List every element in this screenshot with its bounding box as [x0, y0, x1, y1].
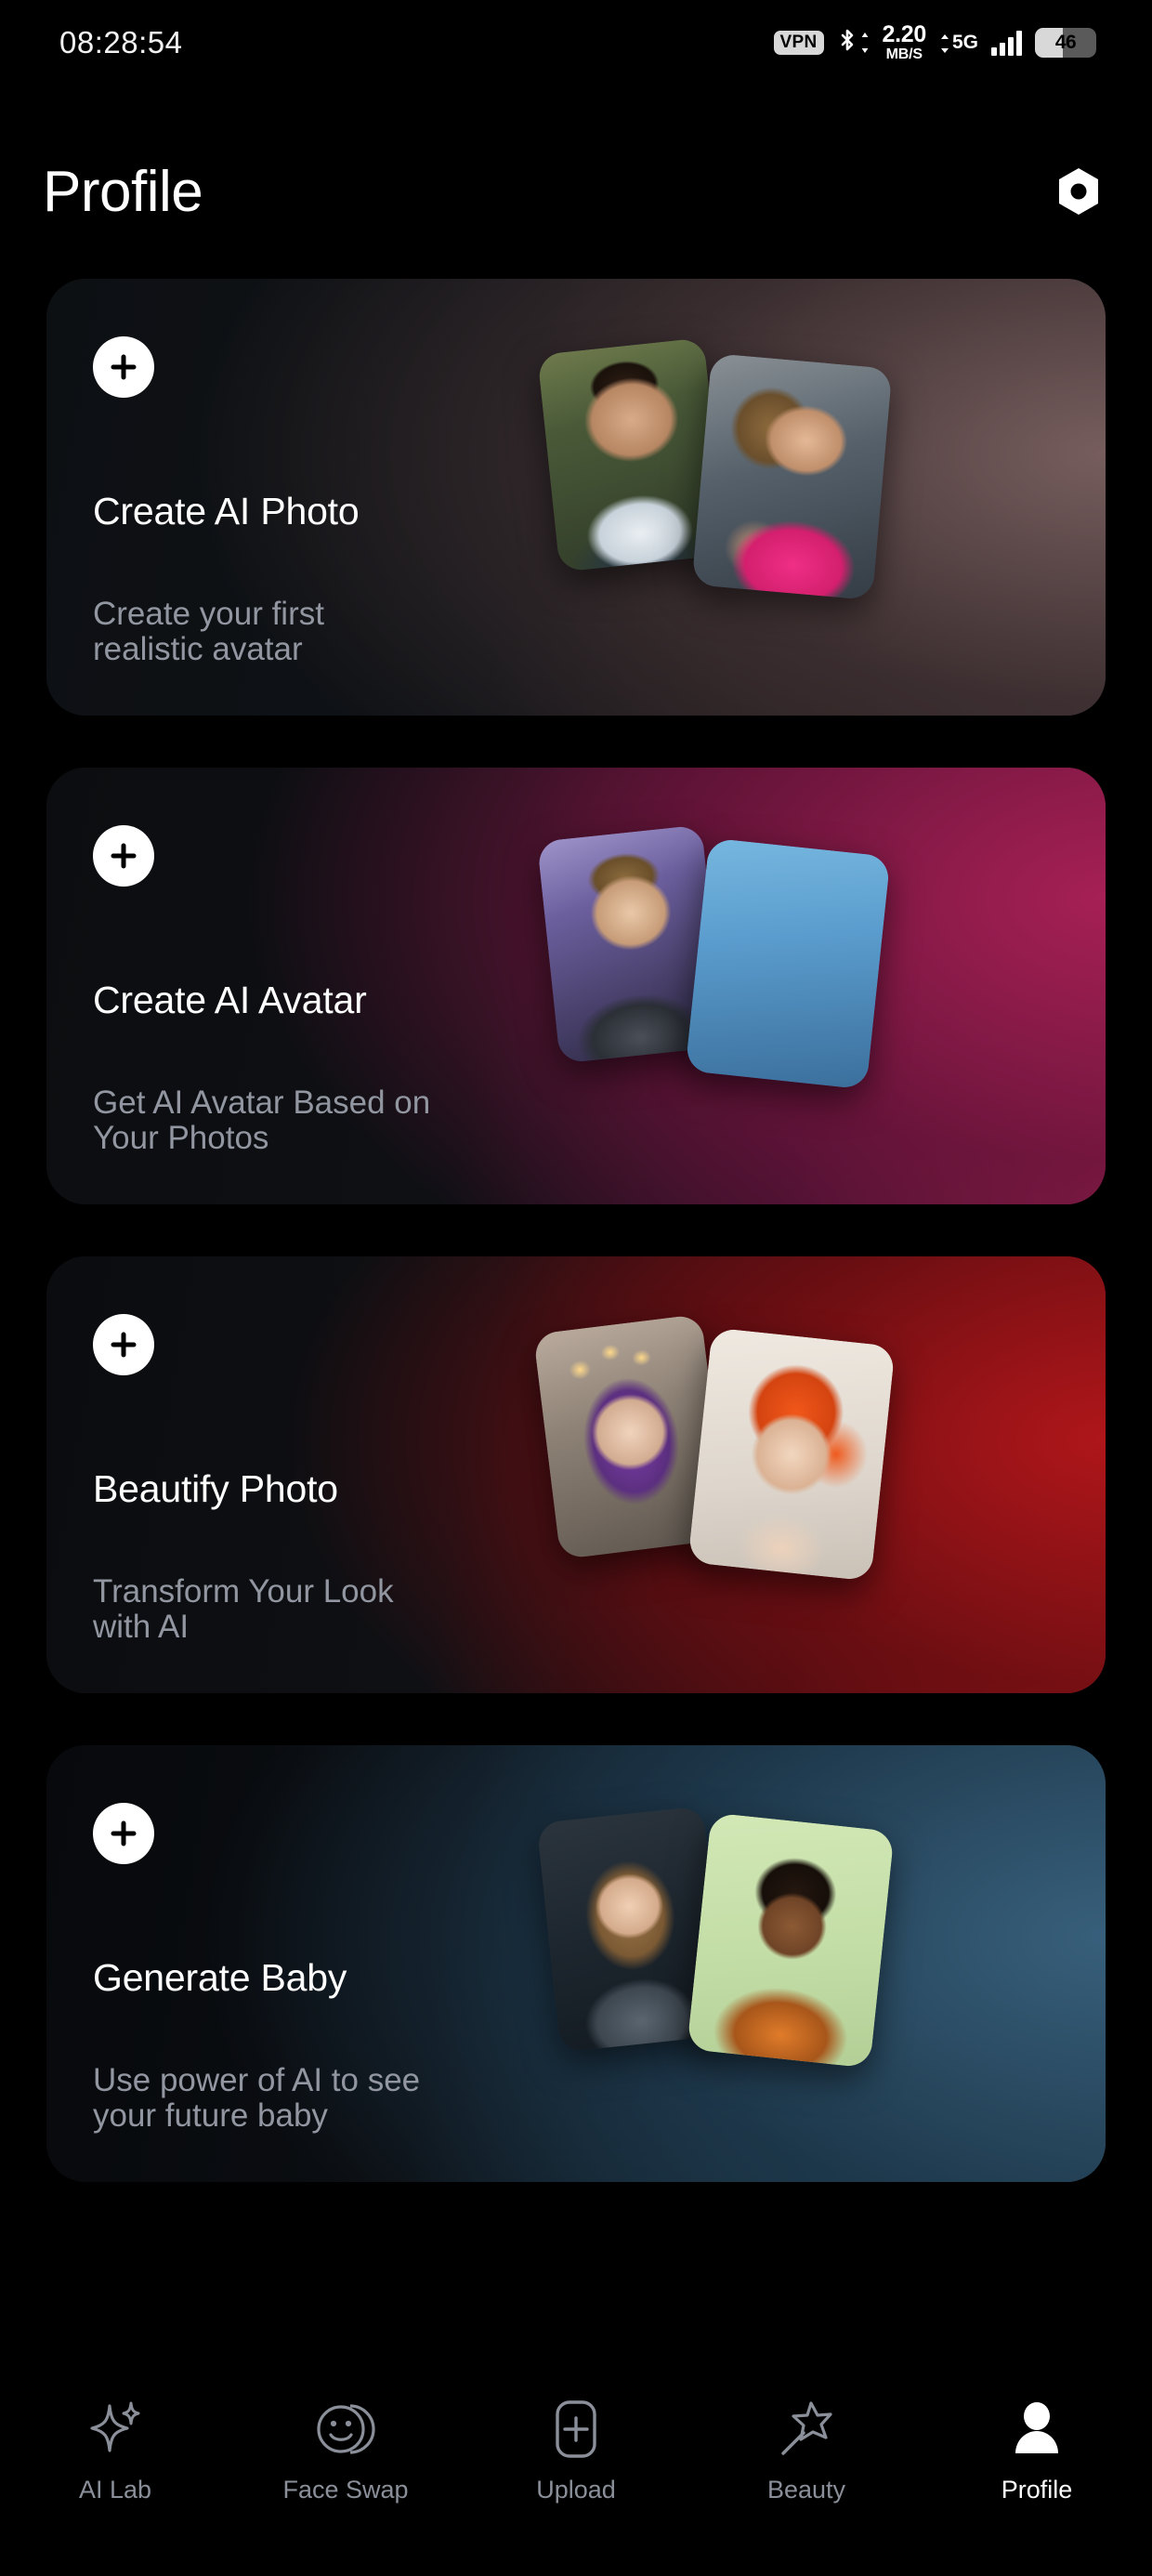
network-type-indicator: 5G [939, 33, 978, 54]
feature-card-generate-baby[interactable]: Generate Baby Use power of AI to see you… [46, 1745, 1106, 2182]
card-body: Create AI Avatar Get AI Avatar Based on … [46, 768, 622, 1204]
network-speed-indicator: 2.20 MB/S [882, 21, 927, 62]
nav-label: Face Swap [282, 2476, 409, 2504]
sparkle-icon [87, 2398, 143, 2461]
card-body: Generate Baby Use power of AI to see you… [46, 1745, 622, 2182]
card-subtitle-line-2: realistic avatar [93, 631, 303, 668]
feature-card-list: Create AI Photo Create your first realis… [0, 279, 1152, 2234]
plus-icon[interactable] [93, 336, 154, 398]
bluetooth-icon [837, 28, 870, 58]
card-subtitle-line-1: Get AI Avatar Based on [93, 1084, 431, 1122]
hexagon-settings-icon[interactable] [1050, 163, 1107, 220]
status-bar: 08:28:54 VPN 2.20 MB/S 5G 46 [0, 0, 1152, 85]
card-body: Beautify Photo Transform Your Look with … [46, 1256, 622, 1693]
card-subtitle-line-1: Create your first [93, 596, 324, 633]
network-type-label: 5G [951, 31, 978, 53]
battery-indicator: 46 [1035, 28, 1096, 58]
card-subtitle-line-2: Your Photos [93, 1120, 269, 1157]
network-speed-value: 2.20 [882, 21, 927, 47]
feature-card-create-ai-avatar[interactable]: Create AI Avatar Get AI Avatar Based on … [46, 768, 1106, 1204]
nav-item-upload[interactable]: Upload [461, 2398, 691, 2504]
page-header: Profile [0, 141, 1152, 242]
bottom-navigation-bar: AI Lab Face Swap Upload Beauty Profile [0, 2362, 1152, 2576]
feature-card-create-ai-photo[interactable]: Create AI Photo Create your first realis… [46, 279, 1106, 716]
status-bar-indicators: VPN 2.20 MB/S 5G 46 [773, 21, 1096, 62]
card-title: Beautify Photo [93, 1467, 338, 1510]
nav-label: Profile [1001, 2476, 1073, 2504]
thumbnail-right [685, 837, 891, 1090]
card-subtitle: Transform Your Look with AI [93, 1574, 595, 1645]
nav-label: Beauty [766, 2476, 846, 2504]
nav-item-ai-lab[interactable]: AI Lab [0, 2398, 230, 2504]
nav-label: Upload [536, 2476, 616, 2504]
network-speed-unit: MB/S [885, 46, 923, 62]
plus-icon[interactable] [93, 1803, 154, 1864]
card-subtitle: Get AI Avatar Based on Your Photos [93, 1085, 595, 1156]
card-subtitle: Use power of AI to see your future baby [93, 2063, 595, 2134]
person-icon [1010, 2398, 1064, 2461]
face-swap-icon [315, 2398, 376, 2461]
page-title: Profile [43, 159, 203, 224]
card-title: Generate Baby [93, 1956, 347, 1999]
vpn-badge: VPN [773, 31, 824, 55]
card-title: Create AI Photo [93, 490, 360, 532]
card-body: Create AI Photo Create your first realis… [46, 279, 622, 716]
card-subtitle-line-2: your future baby [93, 2097, 328, 2135]
card-subtitle: Create your first realistic avatar [93, 597, 595, 667]
nav-item-profile[interactable]: Profile [922, 2398, 1152, 2504]
status-bar-clock: 08:28:54 [59, 25, 183, 59]
nav-item-face-swap[interactable]: Face Swap [230, 2398, 461, 2504]
thumbnail-right [691, 352, 893, 601]
battery-level-label: 46 [1054, 32, 1077, 53]
magic-wand-icon [778, 2398, 835, 2461]
card-title: Create AI Avatar [93, 979, 367, 1021]
nav-label: AI Lab [78, 2476, 152, 2504]
signal-bars-icon [991, 30, 1022, 56]
card-subtitle-line-1: Use power of AI to see [93, 2062, 421, 2099]
plus-icon[interactable] [93, 825, 154, 887]
card-subtitle-line-1: Transform Your Look [93, 1573, 394, 1610]
card-subtitle-line-2: with AI [93, 1609, 190, 1646]
thumbnail-right [687, 1327, 896, 1582]
thumbnail-right [687, 1812, 895, 2069]
plus-icon[interactable] [93, 1314, 154, 1375]
upload-plus-icon [549, 2398, 603, 2461]
feature-card-beautify-photo[interactable]: Beautify Photo Transform Your Look with … [46, 1256, 1106, 1693]
nav-item-beauty[interactable]: Beauty [691, 2398, 922, 2504]
